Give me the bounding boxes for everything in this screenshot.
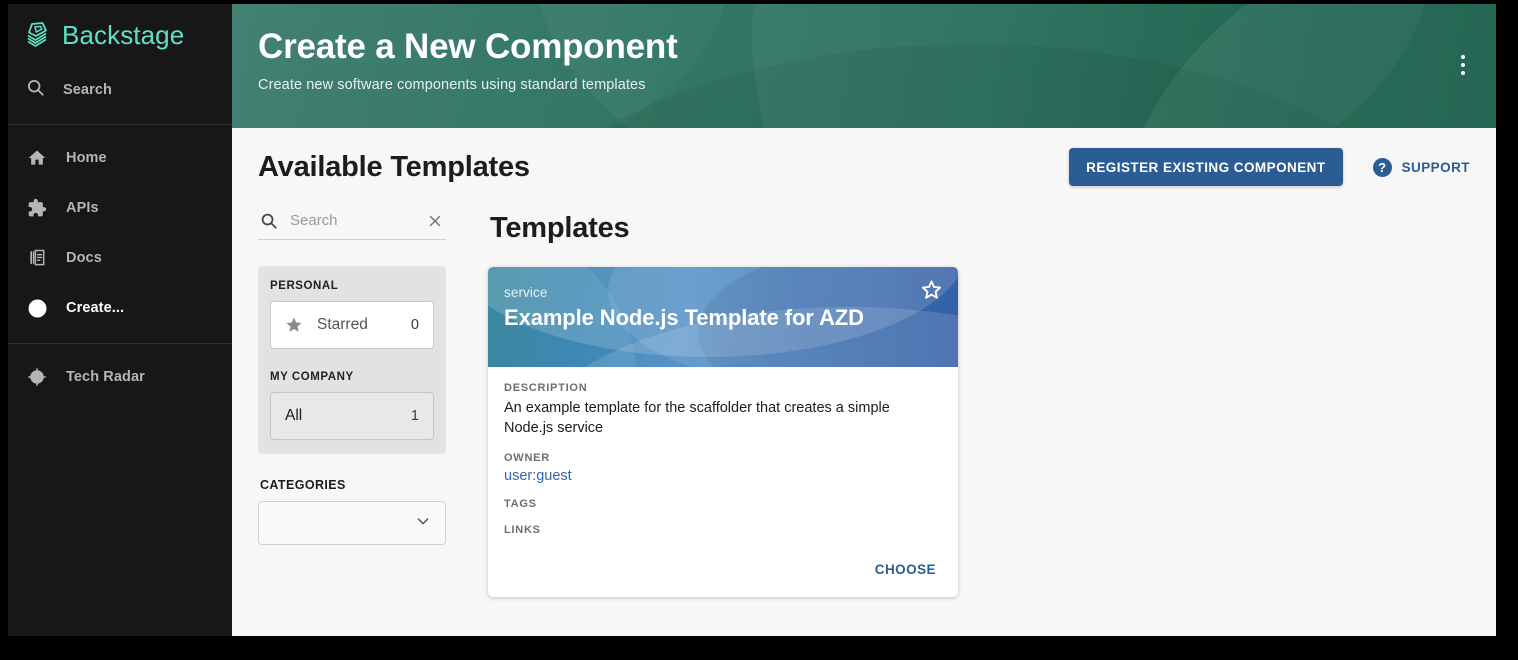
filter-group-label-personal: PERSONAL — [270, 280, 339, 292]
template-card-header-text: service Example Node.js Template for AZD — [488, 267, 958, 331]
puzzle-icon — [26, 197, 48, 219]
header-text-block: Create a New Component Create new softwa… — [232, 4, 1496, 93]
filter-group-label-my-company: MY COMPANY — [270, 371, 354, 383]
template-description-block: DESCRIPTION An example template for the … — [504, 382, 942, 438]
support-link[interactable]: ? SUPPORT — [1372, 157, 1470, 177]
page-subtitle: Create new software components using sta… — [258, 77, 646, 93]
results-panel: Templates service Example Node.js Templa… — [488, 206, 1470, 597]
template-links-block: LINKS — [504, 524, 942, 536]
filter-row-starred[interactable]: Starred 0 — [270, 301, 434, 349]
template-owner-block: OWNER user:guest — [504, 452, 942, 484]
support-label: SUPPORT — [1401, 159, 1470, 175]
kebab-dot — [1461, 71, 1465, 75]
kebab-menu-icon[interactable] — [1450, 50, 1476, 80]
filter-panel: PERSONAL Starred 0 MY COMPANY — [258, 206, 446, 597]
content-area: Available Templates REGISTER EXISTING CO… — [232, 128, 1496, 597]
star-icon — [285, 316, 303, 334]
help-icon: ? — [1372, 157, 1392, 177]
sidebar-item-home[interactable]: Home — [8, 133, 232, 183]
sidebar-item-docs[interactable]: Docs — [8, 233, 232, 283]
sidebar-item-label: Create... — [66, 300, 125, 316]
filter-card: PERSONAL Starred 0 MY COMPANY All 1 — [258, 266, 446, 454]
backstage-logo-icon — [23, 20, 51, 50]
sidebar-item-tech-radar[interactable]: Tech Radar — [8, 352, 232, 402]
sidebar-item-label: Home — [66, 150, 107, 166]
main-content: Create a New Component Create new softwa… — [232, 4, 1496, 636]
kebab-dot — [1461, 63, 1465, 67]
star-outline-icon[interactable] — [919, 278, 944, 308]
categories-select[interactable] — [258, 501, 446, 545]
search-input[interactable] — [290, 212, 414, 229]
owner-link[interactable]: user:guest — [504, 468, 942, 484]
choose-button[interactable]: CHOOSE — [867, 556, 944, 583]
filter-row-label: Starred — [317, 316, 368, 333]
template-tags-block: TAGS — [504, 498, 942, 510]
template-kind: service — [504, 285, 548, 300]
filter-row-all[interactable]: All 1 — [270, 392, 434, 440]
sidebar-item-search[interactable]: Search — [8, 66, 232, 114]
sidebar-logo[interactable]: Backstage — [8, 4, 232, 66]
content-toolbar: Available Templates REGISTER EXISTING CO… — [258, 128, 1470, 206]
description-label: DESCRIPTION — [504, 382, 588, 394]
template-card-actions: CHOOSE — [488, 550, 958, 597]
sidebar-nav-group: Home APIs Docs Create... — [8, 125, 232, 333]
chevron-down-icon — [414, 512, 432, 535]
filter-row-count: 0 — [410, 317, 419, 333]
plus-circle-icon — [26, 297, 48, 319]
page-header-banner: Create a New Component Create new softwa… — [232, 4, 1496, 128]
filter-search-field[interactable] — [258, 206, 446, 240]
sidebar-item-label: APIs — [66, 200, 99, 216]
app-viewport: Backstage Search Home APIs Docs Create..… — [8, 4, 1496, 636]
owner-label: OWNER — [504, 452, 550, 464]
filter-row-label: All — [285, 407, 303, 424]
close-icon[interactable] — [426, 212, 444, 230]
available-templates-heading: Available Templates — [258, 150, 530, 183]
template-title: Example Node.js Template for AZD — [504, 305, 864, 330]
docs-icon — [26, 247, 48, 269]
description-text: An example template for the scaffolder t… — [504, 400, 890, 436]
template-card[interactable]: service Example Node.js Template for AZD — [488, 267, 958, 597]
sidebar-item-apis[interactable]: APIs — [8, 183, 232, 233]
sidebar-search-label: Search — [63, 82, 112, 98]
search-icon — [260, 212, 278, 230]
toolbar-actions: REGISTER EXISTING COMPONENT ? SUPPORT — [1069, 148, 1470, 186]
templates-heading: Templates — [490, 212, 630, 244]
register-existing-component-button[interactable]: REGISTER EXISTING COMPONENT — [1069, 148, 1343, 186]
template-card-body: DESCRIPTION An example template for the … — [488, 367, 958, 536]
categories-label: CATEGORIES — [260, 478, 346, 492]
home-icon — [26, 147, 48, 169]
sidebar-item-label: Docs — [66, 250, 102, 266]
radar-icon — [26, 366, 48, 388]
tags-label: TAGS — [504, 498, 537, 510]
sidebar-nav-group-secondary: Tech Radar — [8, 344, 232, 402]
page-title: Create a New Component — [258, 27, 678, 66]
links-label: LINKS — [504, 524, 541, 536]
filter-row-count: 1 — [410, 408, 419, 424]
template-card-header: service Example Node.js Template for AZD — [488, 267, 958, 367]
sidebar: Backstage Search Home APIs Docs Create..… — [8, 4, 232, 636]
kebab-dot — [1461, 55, 1465, 59]
sidebar-item-create[interactable]: Create... — [8, 283, 232, 333]
search-icon — [26, 78, 45, 102]
content-columns: PERSONAL Starred 0 MY COMPANY — [258, 206, 1470, 597]
filter-spacer — [270, 349, 434, 371]
sidebar-logo-text: Backstage — [62, 19, 185, 50]
sidebar-item-label: Tech Radar — [66, 369, 145, 385]
